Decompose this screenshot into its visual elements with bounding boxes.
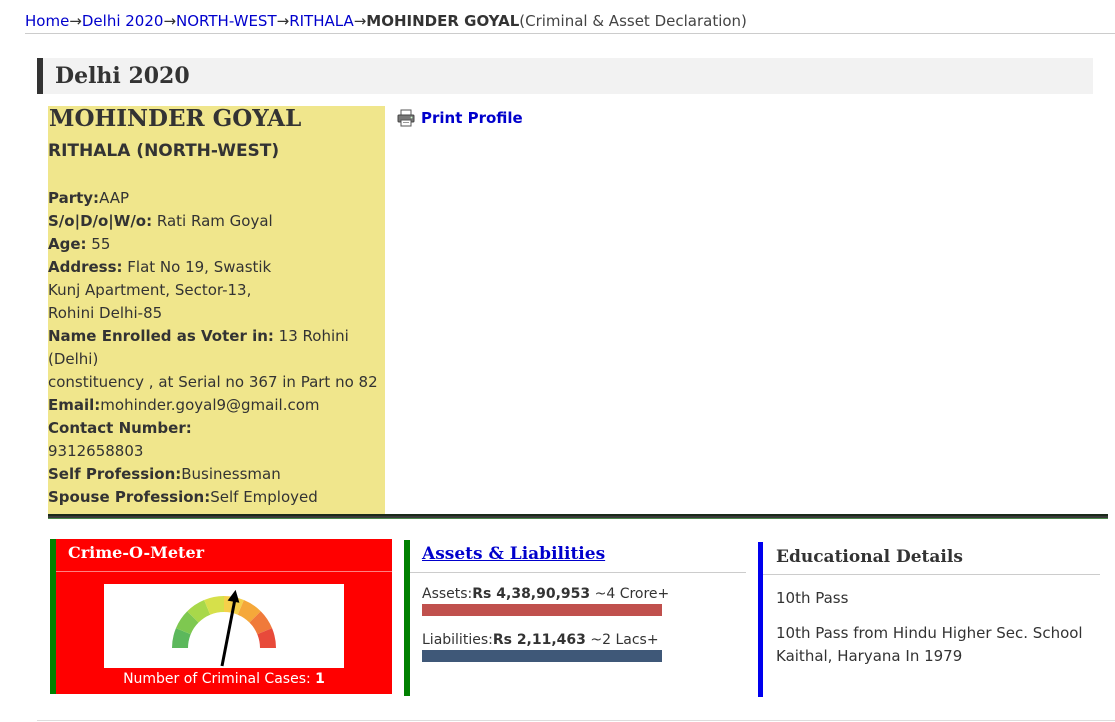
party-row: Party:AAP bbox=[48, 187, 385, 210]
assets-approx: ~4 Crore+ bbox=[590, 586, 670, 602]
self-profession-label: Self Profession: bbox=[48, 465, 182, 483]
breadcrumb-current: MOHINDER GOYAL bbox=[366, 12, 520, 30]
breadcrumb-arrow: → bbox=[69, 12, 82, 30]
spouse-profession-label: Spouse Profession: bbox=[48, 488, 211, 506]
education-detail-line-1: 10th Pass from Hindu Higher Sec. School bbox=[776, 624, 1083, 642]
criminal-case-value: 1 bbox=[315, 671, 325, 687]
voter-label: Name Enrolled as Voter in: bbox=[48, 327, 274, 345]
email-row: Email:mohinder.goyal9@gmail.com bbox=[48, 394, 385, 417]
criminal-case-count: Number of Criminal Cases: 1 bbox=[56, 669, 392, 689]
age-label: Age: bbox=[48, 235, 87, 253]
relation-value: Rati Ram Goyal bbox=[152, 212, 273, 230]
spouse-profession-row: Spouse Profession:Self Employed bbox=[48, 486, 385, 509]
breadcrumb-district-link[interactable]: NORTH-WEST bbox=[176, 12, 277, 30]
assets-liabilities-panel: Assets & Liabilities Assets:Rs 4,38,90,9… bbox=[404, 540, 746, 696]
age-row: Age: 55 bbox=[48, 233, 385, 256]
section-divider bbox=[48, 514, 1108, 519]
breadcrumb: Home→Delhi 2020→NORTH-WEST→RITHALA→MOHIN… bbox=[25, 10, 1115, 34]
candidate-constituency: RITHALA (NORTH-WEST) bbox=[48, 141, 280, 161]
contact-label: Contact Number: bbox=[48, 419, 192, 437]
age-value: 55 bbox=[86, 235, 111, 253]
print-profile-link[interactable]: Print Profile bbox=[397, 106, 523, 130]
contact-value: 9312658803 bbox=[48, 442, 144, 460]
email-label: Email: bbox=[48, 396, 101, 414]
candidate-name: MOHINDER GOYAL bbox=[49, 105, 302, 132]
email-value: mohinder.goyal9@gmail.com bbox=[100, 396, 320, 414]
relation-label: S/o|D/o|W/o: bbox=[48, 212, 153, 230]
self-profession-value: Businessman bbox=[181, 465, 281, 483]
liabilities-value: Rs 2,11,463 bbox=[492, 632, 586, 648]
address-label: Address: bbox=[48, 258, 123, 276]
breadcrumb-constituency-link[interactable]: RITHALA bbox=[289, 12, 354, 30]
liabilities-bar bbox=[422, 650, 662, 662]
assets-value: Rs 4,38,90,953 bbox=[472, 586, 591, 602]
breadcrumb-arrow: → bbox=[353, 12, 367, 30]
crime-o-meter-title: Crime-O-Meter bbox=[56, 539, 392, 572]
crime-meter bbox=[104, 584, 344, 668]
crime-o-meter-panel: Crime-O-Meter Number of Criminal Cases: … bbox=[50, 539, 392, 694]
education-detail-line-2: Kaithal, Haryana In 1979 bbox=[776, 647, 963, 665]
assets-label: Assets: bbox=[422, 586, 473, 602]
breadcrumb-suffix: (Criminal & Asset Declaration) bbox=[519, 12, 747, 30]
breadcrumb-arrow: → bbox=[276, 12, 290, 30]
address-line-3: Rohini Delhi-85 bbox=[48, 304, 163, 322]
liabilities-approx: ~2 Lacs+ bbox=[585, 632, 659, 648]
criminal-case-label: Number of Criminal Cases: bbox=[123, 671, 316, 687]
print-profile-label: Print Profile bbox=[421, 109, 523, 127]
educational-details-panel: Educational Details 10th Pass 10th Pass … bbox=[758, 542, 1100, 697]
printer-icon bbox=[397, 109, 415, 127]
spouse-profession-value: Self Employed bbox=[210, 488, 318, 506]
candidate-details: Party:AAP S/o|D/o|W/o: Rati Ram Goyal Ag… bbox=[48, 187, 385, 509]
education-level: 10th Pass bbox=[776, 589, 849, 607]
address-line-2: Kunj Apartment, Sector-13, bbox=[48, 281, 252, 299]
assets-bar bbox=[422, 604, 662, 616]
liabilities-row: Liabilities:Rs 2,11,463 ~2 Lacs+ bbox=[410, 630, 746, 650]
section-header: Delhi 2020 bbox=[37, 58, 1093, 94]
candidate-profile: MOHINDER GOYAL RITHALA (NORTH-WEST) Part… bbox=[48, 106, 385, 514]
relation-row: S/o|D/o|W/o: Rati Ram Goyal bbox=[48, 210, 385, 233]
bottom-rule bbox=[37, 720, 1115, 721]
address-row: Address: Flat No 19, Swastik bbox=[48, 256, 385, 279]
voter-line-2: constituency , at Serial no 367 in Part … bbox=[48, 373, 378, 391]
section-title: Delhi 2020 bbox=[55, 63, 190, 89]
party-value: AAP bbox=[99, 189, 130, 207]
assets-row: Assets:Rs 4,38,90,953 ~4 Crore+ bbox=[410, 584, 746, 604]
breadcrumb-arrow: → bbox=[163, 12, 177, 30]
contact-row: Contact Number: bbox=[48, 417, 385, 440]
educational-details-title: Educational Details bbox=[763, 542, 1100, 575]
party-label: Party: bbox=[48, 189, 100, 207]
assets-liabilities-link[interactable]: Assets & Liabilities bbox=[410, 540, 746, 573]
address-line-1: Flat No 19, Swastik bbox=[122, 258, 272, 276]
self-profession-row: Self Profession:Businessman bbox=[48, 463, 385, 486]
voter-row: Name Enrolled as Voter in: 13 Rohini (De… bbox=[48, 325, 385, 371]
crime-meter-gauge bbox=[172, 589, 276, 667]
crime-meter-arcs bbox=[172, 596, 276, 648]
breadcrumb-home-link[interactable]: Home bbox=[25, 12, 69, 30]
breadcrumb-election-link[interactable]: Delhi 2020 bbox=[82, 12, 164, 30]
liabilities-label: Liabilities: bbox=[422, 632, 493, 648]
